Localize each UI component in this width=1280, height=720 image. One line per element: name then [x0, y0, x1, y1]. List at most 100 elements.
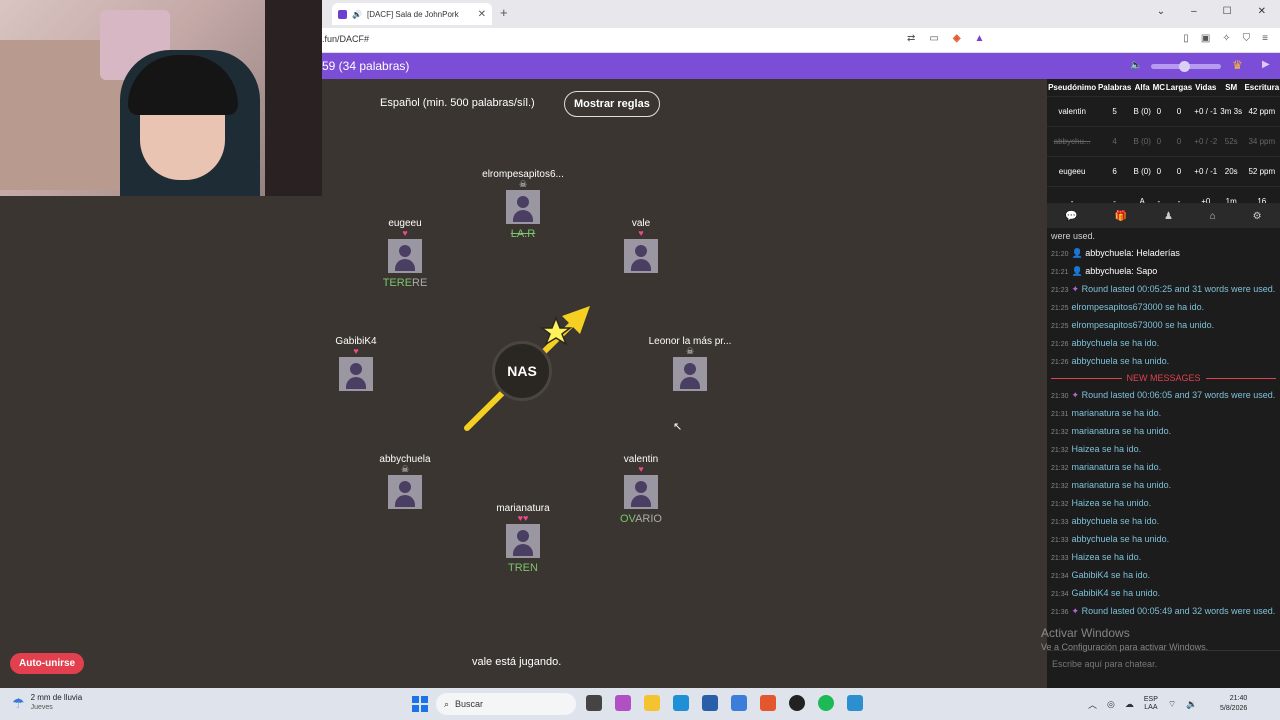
crown-icon[interactable]: ♛ — [1232, 58, 1243, 72]
brave-shield-icon[interactable]: ◈ — [953, 33, 961, 44]
chat-input[interactable]: Escribe aquí para chatear. — [1047, 650, 1280, 688]
outlook-icon[interactable] — [731, 695, 747, 711]
cell-alpha: B (0) — [1132, 126, 1153, 157]
menu-icon[interactable]: ≡ — [1262, 33, 1268, 44]
table-row: valentin 5 B (0) 0 0 +0 / -1 3m 3s 42 pp… — [1047, 96, 1280, 127]
column-header[interactable]: Largas — [1165, 79, 1192, 97]
avatar — [506, 190, 540, 224]
cloud-icon[interactable]: ☁ — [1125, 699, 1134, 710]
obs-icon[interactable] — [789, 695, 805, 711]
divider-line — [1051, 377, 1122, 379]
url-field[interactable]: .fun/DACF# — [322, 34, 369, 44]
tab-close-icon[interactable]: ✕ — [478, 9, 486, 20]
tab-list-icon[interactable]: ⌄ — [1157, 6, 1165, 17]
column-header[interactable]: Palabras — [1097, 79, 1132, 97]
minimize-button[interactable]: – — [1191, 6, 1197, 17]
scoreboard: Pseudónimo Palabras Alfa MC Largas Vidas… — [1047, 79, 1280, 203]
settings-tab-icon[interactable]: ⚙ — [1253, 211, 1262, 222]
store-icon[interactable] — [702, 695, 718, 711]
chat-text: elrompesapitos673000 se ha ido. — [1071, 302, 1205, 312]
chat-log: were used. 21:20 👤 abbychuela: Heladerías… — [1047, 228, 1280, 650]
network-icon[interactable]: ◎ — [1107, 699, 1115, 710]
chat-text: GabibiK4 se ha unido. — [1071, 588, 1161, 598]
language-indicator[interactable]: ESP LAA — [1144, 696, 1158, 712]
avatar — [388, 475, 422, 509]
chat-message: 21:32 marianatura se ha ido. — [1051, 461, 1276, 475]
clock[interactable]: 21:40 5/8/2026 — [1220, 694, 1247, 714]
chat-timestamp: 21:23 — [1051, 287, 1069, 294]
chat-text: marianatura se ha ido. — [1071, 462, 1162, 472]
sidebar-icon[interactable]: ▯ — [1183, 33, 1189, 44]
copilot-icon[interactable] — [615, 695, 631, 711]
chat-timestamp: 21:25 — [1051, 305, 1069, 312]
word-typed: TERE — [382, 277, 413, 289]
chat-messages-after: 21:30 ✦ Round lasted 00:06:05 and 37 word… — [1051, 389, 1276, 619]
chat-message: were used. — [1051, 231, 1096, 241]
column-header[interactable]: Pseudónimo — [1047, 79, 1097, 97]
chat-username[interactable]: abbychuela — [1085, 266, 1131, 276]
maximize-button[interactable]: ☐ — [1223, 6, 1232, 17]
search-icon: ⌕ — [444, 698, 450, 709]
leo-icon[interactable]: ✧ — [1222, 33, 1230, 44]
heart-icon: ♥ — [402, 228, 408, 238]
play-icon[interactable]: ▶ — [1262, 59, 1270, 70]
player-seat: elrompesapitos6... ☠ LA.R — [458, 169, 588, 241]
volume-slider[interactable] — [1151, 61, 1221, 72]
chat-tab-icon[interactable]: 💬 — [1065, 211, 1077, 222]
brave-rewards-icon[interactable]: ▲ — [975, 33, 985, 44]
chat-message: 21:34 GabibiK4 se ha unido. — [1051, 587, 1276, 601]
room-tab-icon[interactable]: ⌂ — [1210, 211, 1216, 222]
taskbar-search[interactable]: ⌕ Buscar — [436, 693, 576, 715]
weather-widget[interactable]: ☂ 2 mm de lluvia Jueves — [12, 693, 82, 713]
autojoin-button[interactable]: Auto-unirse — [10, 653, 85, 674]
chat-text: marianatura se ha ido. — [1071, 408, 1162, 418]
column-header[interactable]: MC — [1152, 79, 1165, 97]
wallet-icon[interactable]: ▣ — [1201, 33, 1210, 44]
browser-tab[interactable]: 🔊 [DACF] Sala de JohnPork ✕ — [332, 3, 492, 25]
player-seat: valentin ♥ OVARIO — [576, 454, 706, 526]
file-explorer-icon[interactable] — [644, 695, 660, 711]
notepad-icon[interactable] — [847, 695, 863, 711]
chat-username[interactable]: abbychuela — [1085, 248, 1131, 258]
column-header[interactable]: SM — [1219, 79, 1244, 97]
chat-timestamp: 21:33 — [1051, 537, 1069, 544]
bomb-icon: ✦ — [1071, 606, 1082, 616]
left-panel — [0, 196, 322, 688]
chat-timestamp: 21:34 — [1051, 573, 1069, 580]
player-tab-icon[interactable]: ♟ — [1164, 211, 1173, 222]
translate-icon[interactable]: ⇄ — [907, 33, 915, 44]
chat-text: marianatura se ha unido. — [1071, 480, 1172, 490]
volume-icon[interactable]: 🔈 — [1130, 60, 1142, 71]
new-tab-button[interactable]: + — [500, 5, 508, 20]
cell-long: - — [1165, 186, 1193, 203]
table-row: - - A - - +0 1m 16 — [1047, 186, 1280, 203]
wifi-icon[interactable]: ⌔ — [1168, 699, 1176, 710]
windows-start-icon[interactable] — [412, 696, 428, 712]
chevron-up-icon[interactable]: ︿ — [1088, 698, 1097, 711]
user-icon: 👤 — [1071, 266, 1086, 276]
cast-icon[interactable]: ▭ — [929, 33, 938, 44]
rain-icon: ☂ — [12, 694, 25, 711]
chat-timestamp: 21:20 — [1051, 251, 1069, 258]
weather-text: 2 mm de lluvia Jueves — [31, 693, 83, 713]
cell-speed: 16 — [1243, 186, 1280, 203]
spotify-icon[interactable] — [818, 695, 834, 711]
column-header[interactable]: Vidas — [1193, 79, 1219, 97]
chat-text: Haizea se ha unido. — [1071, 498, 1152, 508]
column-header[interactable]: Escritura — [1244, 79, 1280, 97]
edge-icon[interactable] — [673, 695, 689, 711]
language-code: ESP — [1143, 696, 1158, 703]
task-view-icon[interactable] — [586, 695, 602, 711]
table-row: abbychu... 4 B (0) 0 0 +0 / -2 52s 34 pp… — [1047, 126, 1280, 157]
vpn-icon[interactable]: ⛉ — [1243, 33, 1251, 44]
column-header[interactable]: Alfa — [1132, 79, 1152, 97]
speaker-tray-icon[interactable]: 🔉 — [1186, 699, 1197, 710]
cell-name: abbychu... — [1047, 126, 1098, 157]
address-bar-icons: ⇄ ▭ ◈ ▲ — [907, 33, 984, 44]
close-window-button[interactable]: ✕ — [1258, 6, 1266, 17]
volume-knob[interactable] — [1179, 61, 1190, 72]
brave-icon[interactable] — [760, 695, 776, 711]
show-rules-button[interactable]: Mostrar reglas — [564, 91, 660, 117]
rewards-tab-icon[interactable]: 🎁 — [1115, 211, 1127, 222]
cell-alpha: B (0) — [1132, 96, 1153, 127]
